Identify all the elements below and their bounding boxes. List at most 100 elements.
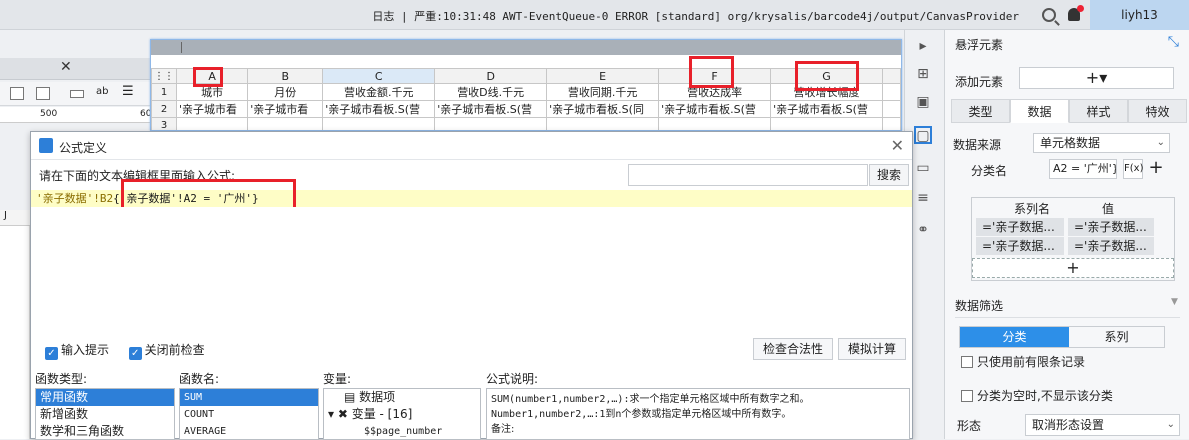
row-number[interactable]: 3 bbox=[151, 117, 177, 130]
limit-records-option[interactable]: 只使用前有限条记录 bbox=[961, 353, 1085, 370]
tree-item[interactable]: ▾ ✖ 变量 - [16] bbox=[324, 406, 480, 423]
add-category-icon[interactable]: + bbox=[1147, 158, 1165, 178]
formula-fx-button[interactable]: F(x) bbox=[1123, 159, 1143, 179]
data-cell[interactable]: '亲子城市看板.S(营 bbox=[434, 100, 548, 118]
cell-attribute-icon[interactable]: ⊞ bbox=[915, 66, 931, 82]
simulate-button[interactable]: 模拟计算 bbox=[838, 338, 906, 360]
data-cell[interactable]: '亲子城市看板.S(营 bbox=[658, 100, 772, 118]
empty-cell[interactable] bbox=[882, 117, 901, 130]
data-cell[interactable]: '亲子城市看 bbox=[175, 100, 249, 118]
empty-cell[interactable] bbox=[175, 117, 249, 130]
tab-effects[interactable]: 特效 bbox=[1128, 99, 1187, 123]
list-item[interactable]: 常用函数 bbox=[36, 389, 174, 406]
close-tab-icon[interactable]: ✕ bbox=[60, 60, 74, 74]
text-field-icon[interactable] bbox=[70, 90, 84, 98]
add-series-button[interactable]: + bbox=[972, 258, 1174, 278]
align-icon[interactable]: ☰ bbox=[122, 84, 136, 99]
checkbox-checked-icon[interactable]: ✓ bbox=[45, 347, 58, 360]
format-toolbar: ab ☰ bbox=[0, 82, 150, 106]
text-ab-icon[interactable]: ab bbox=[96, 86, 110, 99]
empty-cell[interactable] bbox=[770, 117, 884, 130]
hyperlink-icon[interactable]: ⚭ bbox=[915, 222, 931, 238]
data-cell[interactable]: '亲子城市看板.S(同 bbox=[546, 100, 660, 118]
shape-select[interactable]: 取消形态设置 ⌄ bbox=[1025, 414, 1180, 436]
toggle-series[interactable]: 系列 bbox=[1069, 327, 1164, 347]
hide-empty-option[interactable]: 分类为空时,不显示该分类 bbox=[961, 387, 1113, 404]
list-item[interactable]: 新增函数 bbox=[36, 406, 174, 423]
border-icon[interactable] bbox=[10, 87, 24, 100]
user-name[interactable]: liyh13 bbox=[1090, 0, 1189, 30]
column-header[interactable]: E bbox=[546, 68, 660, 84]
empty-cell[interactable] bbox=[658, 117, 772, 130]
series-name-cell[interactable]: ='亲子数据... bbox=[976, 237, 1064, 255]
tree-item-label: 数据项 bbox=[359, 390, 396, 404]
series-row[interactable]: ='亲子数据... ='亲子数据... bbox=[976, 237, 1170, 255]
tab-data[interactable]: 数据 bbox=[1010, 99, 1069, 123]
checkbox-checked-icon[interactable]: ✓ bbox=[128, 347, 142, 360]
checkbox[interactable] bbox=[961, 356, 973, 368]
header-cell[interactable]: 营收同期.千元 bbox=[546, 83, 660, 101]
search-icon[interactable] bbox=[1042, 8, 1056, 22]
data-source-select[interactable]: 单元格数据 ⌄ bbox=[1033, 133, 1170, 153]
data-filter-title[interactable]: 数据筛选 bbox=[955, 297, 1003, 314]
input-tips-label: 输入提示 bbox=[61, 343, 110, 357]
pin-icon[interactable]: ⤡ bbox=[1168, 34, 1179, 50]
header-cell[interactable]: 月份 bbox=[247, 83, 324, 101]
data-item-icon: ▤ bbox=[344, 390, 360, 404]
tab-type[interactable]: 类型 bbox=[951, 99, 1010, 123]
collapse-arrow-icon[interactable]: ▸ bbox=[915, 38, 931, 54]
column-header[interactable]: B bbox=[247, 68, 324, 84]
empty-cell[interactable] bbox=[247, 117, 324, 130]
sheet-title-bar[interactable] bbox=[151, 40, 901, 55]
formula-dialog: 公式定义 ✕ 请在下面的文本编辑框里面输入公式: 搜索 '亲子数据'!B2{'亲… bbox=[30, 131, 913, 440]
widget-icon[interactable]: ▭ bbox=[915, 160, 931, 176]
drag-handle[interactable] bbox=[181, 42, 182, 53]
data-cell[interactable]: '亲子城市看板.S(营 bbox=[322, 100, 436, 118]
validate-button[interactable]: 检查合法性 bbox=[753, 338, 833, 360]
empty-cell[interactable] bbox=[882, 83, 901, 101]
toggle-category[interactable]: 分类 bbox=[960, 327, 1069, 347]
add-element-button[interactable]: +▾ bbox=[1019, 67, 1174, 89]
header-cell[interactable]: 营收金额.千元 bbox=[322, 83, 436, 101]
tree-item[interactable]: $$page_number bbox=[324, 423, 480, 439]
list-item[interactable]: AVERAGE bbox=[180, 423, 318, 439]
data-cell[interactable]: '亲子城市看 bbox=[247, 100, 324, 118]
series-value-cell[interactable]: ='亲子数据... bbox=[1068, 218, 1154, 236]
empty-cell[interactable] bbox=[546, 117, 660, 130]
data-source-label: 数据来源 bbox=[953, 138, 1002, 152]
condition-icon[interactable]: ≡ bbox=[915, 190, 931, 206]
series-value-cell[interactable]: ='亲子数据... bbox=[1068, 237, 1154, 255]
collapse-triangle-icon[interactable]: ▼ bbox=[1171, 297, 1178, 307]
column-header[interactable]: D bbox=[434, 68, 548, 84]
formula-editor-area[interactable] bbox=[31, 207, 912, 332]
panel-tabs: 类型 数据 样式 特效 bbox=[951, 99, 1187, 123]
list-item[interactable]: COUNT bbox=[180, 406, 318, 423]
row-number[interactable]: 2 bbox=[151, 100, 177, 118]
tree-item[interactable]: ▤ 数据项 bbox=[324, 389, 480, 406]
row-number[interactable]: 1 bbox=[151, 83, 177, 101]
function-search-input[interactable] bbox=[628, 164, 868, 186]
select-all-icon[interactable]: ⋮⋮ bbox=[151, 68, 177, 84]
table-icon[interactable] bbox=[36, 87, 50, 100]
series-value-table: 系列名 值 ='亲子数据... ='亲子数据... ='亲子数据... ='亲子… bbox=[971, 197, 1175, 281]
category-formula-input[interactable]: A2 = '广州'} bbox=[1049, 159, 1117, 179]
empty-cell[interactable] bbox=[322, 117, 436, 130]
list-item[interactable]: 数学和三角函数 bbox=[36, 423, 174, 439]
expand-arrow-icon[interactable]: ▾ bbox=[328, 407, 338, 421]
dialog-header[interactable]: 公式定义 ✕ bbox=[31, 132, 912, 160]
checkbox[interactable] bbox=[961, 390, 973, 402]
data-cell-extra[interactable] bbox=[882, 100, 901, 118]
float-element-icon[interactable]: ▢ bbox=[914, 126, 932, 144]
list-item[interactable]: SUM bbox=[180, 389, 318, 406]
empty-cell[interactable] bbox=[434, 117, 548, 130]
series-row[interactable]: ='亲子数据... ='亲子数据... bbox=[976, 218, 1170, 236]
data-cell[interactable]: '亲子城市看板.S(营 bbox=[770, 100, 884, 118]
search-button[interactable]: 搜索 bbox=[869, 164, 909, 186]
tab-style[interactable]: 样式 bbox=[1069, 99, 1128, 123]
column-header[interactable]: C bbox=[322, 68, 436, 84]
header-cell[interactable]: 营收D线.千元 bbox=[434, 83, 548, 101]
close-icon[interactable]: ✕ bbox=[891, 136, 904, 155]
app-logo-icon bbox=[39, 138, 53, 153]
series-name-cell[interactable]: ='亲子数据... bbox=[976, 218, 1064, 236]
cell-element-icon[interactable]: ▣ bbox=[915, 94, 931, 110]
